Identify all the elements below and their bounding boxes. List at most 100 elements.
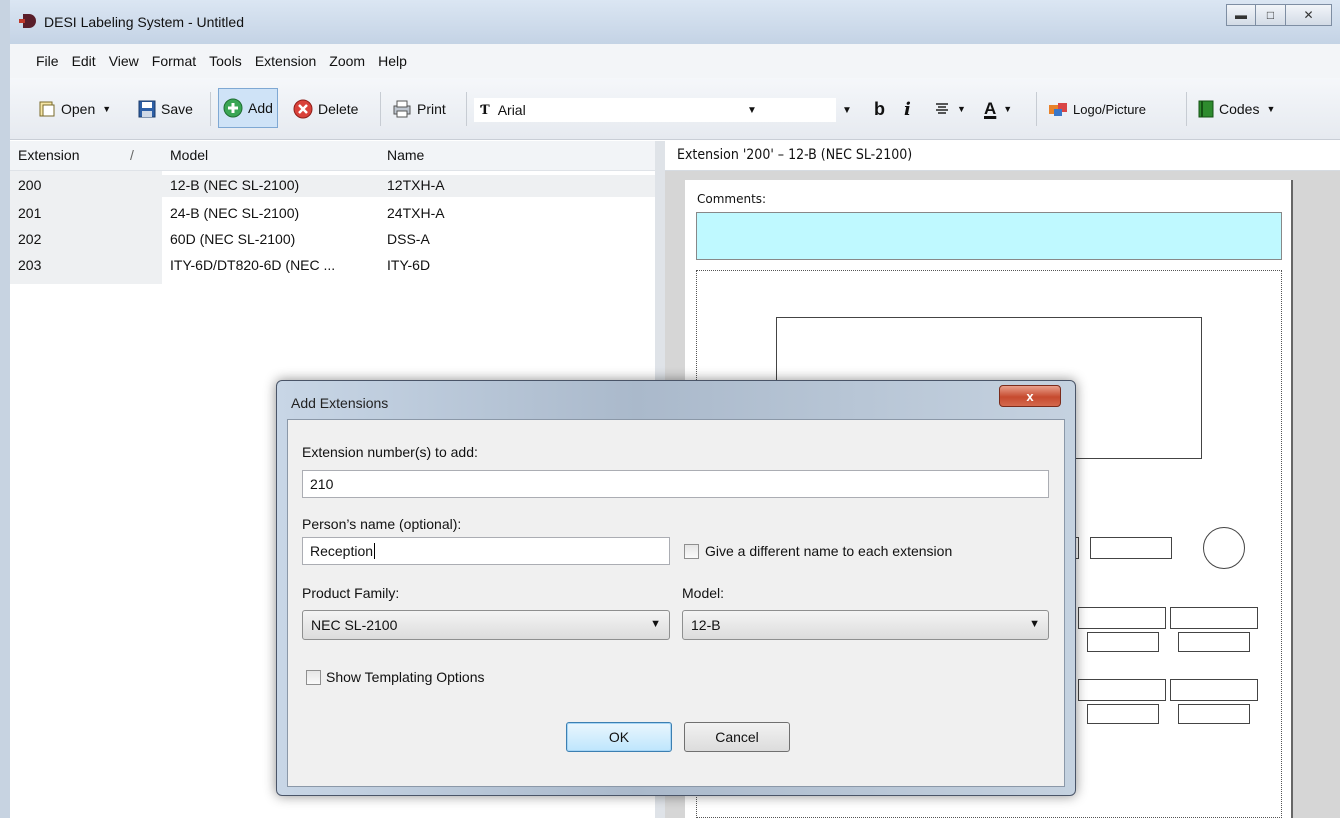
font-family-dropdown-icon[interactable]: ▼ <box>740 98 764 122</box>
model-select[interactable]: 12-B ▼ <box>682 610 1049 640</box>
logo-picture-button[interactable]: Logo/Picture <box>1044 89 1150 129</box>
row-model: 60D (NEC SL-2100) <box>170 231 296 247</box>
delete-x-icon <box>293 99 313 119</box>
window-controls: ▬ □ ✕ <box>1226 4 1332 26</box>
toolbar-separator <box>1186 92 1187 126</box>
menu-file[interactable]: File <box>30 53 65 69</box>
codes-button[interactable]: Codes ▼ <box>1194 89 1279 129</box>
toolbar-separator <box>466 92 467 126</box>
dialog-body: Extension number(s) to add: 210 Person’s… <box>287 419 1065 787</box>
menu-format[interactable]: Format <box>146 53 202 69</box>
person-name-input[interactable]: Reception <box>302 537 670 565</box>
row-name: DSS-A <box>387 231 430 247</box>
chevron-down-icon: ▼ <box>1029 618 1040 630</box>
open-label: Open <box>61 101 96 117</box>
dialog-close-button[interactable]: x <box>999 385 1061 407</box>
bold-button[interactable]: b <box>870 89 889 129</box>
maximize-icon[interactable]: □ <box>1256 4 1286 26</box>
font-size-input[interactable] <box>764 98 836 122</box>
font-color-dropdown-icon[interactable]: ▼ <box>1003 104 1012 114</box>
label-field-shape[interactable] <box>1170 679 1258 701</box>
templating-options-checkbox[interactable] <box>306 670 321 685</box>
save-button[interactable]: Save <box>134 89 197 129</box>
column-header-extension[interactable]: Extension <box>18 147 79 163</box>
button-circle-shape[interactable] <box>1203 527 1245 569</box>
table-row[interactable]: 201 24-B (NEC SL-2100) 24TXH-A <box>10 203 655 225</box>
menu-tools[interactable]: Tools <box>203 53 248 69</box>
delete-label: Delete <box>318 101 359 117</box>
product-family-select[interactable]: NEC SL-2100 ▼ <box>302 610 670 640</box>
window-title: DESI Labeling System - Untitled <box>44 14 244 30</box>
logo-picture-label: Logo/Picture <box>1073 101 1146 117</box>
person-name-value: Reception <box>310 543 374 559</box>
preview-scrollbar[interactable] <box>1308 171 1340 818</box>
preview-header: Extension '200' – 12-B (NEC SL-2100) <box>665 141 1340 171</box>
print-button[interactable]: Print <box>388 89 450 129</box>
label-field-shape[interactable] <box>1170 607 1258 629</box>
menu-extension[interactable]: Extension <box>249 53 322 69</box>
column-header-model[interactable]: Model <box>170 147 208 163</box>
extension-number-input[interactable]: 210 <box>302 470 1049 498</box>
print-label: Print <box>417 101 446 117</box>
label-field-shape[interactable] <box>1087 704 1159 724</box>
comments-field[interactable] <box>696 212 1282 260</box>
label-field-shape[interactable] <box>1178 632 1250 652</box>
table-row[interactable]: 202 60D (NEC SL-2100) DSS-A <box>10 229 655 251</box>
model-value: 12-B <box>691 617 721 633</box>
toolbar-separator <box>210 92 211 126</box>
add-button[interactable]: Add <box>218 88 278 128</box>
logo-picture-icon <box>1049 103 1067 116</box>
label-field-shape[interactable] <box>1078 607 1166 629</box>
delete-button[interactable]: Delete <box>289 89 362 129</box>
font-size-dropdown-icon[interactable]: ▼ <box>836 98 858 122</box>
column-header-name[interactable]: Name <box>387 147 424 163</box>
add-extensions-dialog: Add Extensions x Extension number(s) to … <box>276 380 1076 796</box>
font-color-label: A <box>984 99 997 118</box>
codes-label: Codes <box>1219 101 1260 117</box>
row-name: ITY-6D <box>387 257 431 273</box>
table-row[interactable]: 200 12-B (NEC SL-2100) 12TXH-A <box>10 175 655 197</box>
italic-button[interactable]: i <box>900 89 915 129</box>
sort-indicator-icon: / <box>130 147 134 163</box>
font-family-select[interactable]: Ƭ Arial <box>474 98 764 122</box>
title-bar: DESI Labeling System - Untitled ▬ □ ✕ <box>10 0 1340 44</box>
label-field-shape[interactable] <box>1087 632 1159 652</box>
label-field-shape[interactable] <box>1178 704 1250 724</box>
align-button[interactable]: ▼ <box>930 89 970 129</box>
product-family-value: NEC SL-2100 <box>311 617 398 633</box>
menu-bar: File Edit View Format Tools Extension Zo… <box>10 44 1340 78</box>
codes-dropdown-icon[interactable]: ▼ <box>1266 104 1275 114</box>
row-name: 24TXH-A <box>387 205 445 221</box>
align-center-icon <box>936 103 948 114</box>
toolbar-separator <box>380 92 381 126</box>
cancel-button[interactable]: Cancel <box>684 722 790 752</box>
close-icon[interactable]: ✕ <box>1286 4 1332 26</box>
open-button[interactable]: Open ▼ <box>34 89 115 129</box>
person-name-label: Person’s name (optional): <box>302 516 462 532</box>
templating-options-label[interactable]: Show Templating Options <box>326 669 485 685</box>
chevron-down-icon: ▼ <box>650 618 661 630</box>
table-row[interactable]: 203 ITY-6D/DT820-6D (NEC ... ITY-6D <box>10 255 655 277</box>
row-extension: 201 <box>18 205 42 221</box>
app-logo-icon <box>19 14 36 28</box>
open-folder-icon <box>39 101 55 117</box>
printer-icon <box>393 100 411 118</box>
menu-zoom[interactable]: Zoom <box>323 53 371 69</box>
label-field-shape[interactable] <box>1090 537 1172 559</box>
row-extension: 203 <box>18 257 42 273</box>
align-dropdown-icon[interactable]: ▼ <box>957 104 966 114</box>
row-model: 24-B (NEC SL-2100) <box>170 205 300 221</box>
label-field-shape[interactable] <box>1078 679 1166 701</box>
menu-view[interactable]: View <box>103 53 145 69</box>
ok-button[interactable]: OK <box>566 722 672 752</box>
open-dropdown-icon[interactable]: ▼ <box>102 104 111 114</box>
menu-help[interactable]: Help <box>372 53 413 69</box>
minimize-icon[interactable]: ▬ <box>1226 4 1256 26</box>
dialog-title: Add Extensions <box>291 395 389 411</box>
font-color-button[interactable]: A ▼ <box>980 89 1016 129</box>
different-name-label[interactable]: Give a different name to each extension <box>705 543 952 559</box>
close-icon: x <box>1026 388 1034 404</box>
menu-edit[interactable]: Edit <box>66 53 102 69</box>
text-cursor <box>374 543 376 559</box>
different-name-checkbox[interactable] <box>684 544 699 559</box>
